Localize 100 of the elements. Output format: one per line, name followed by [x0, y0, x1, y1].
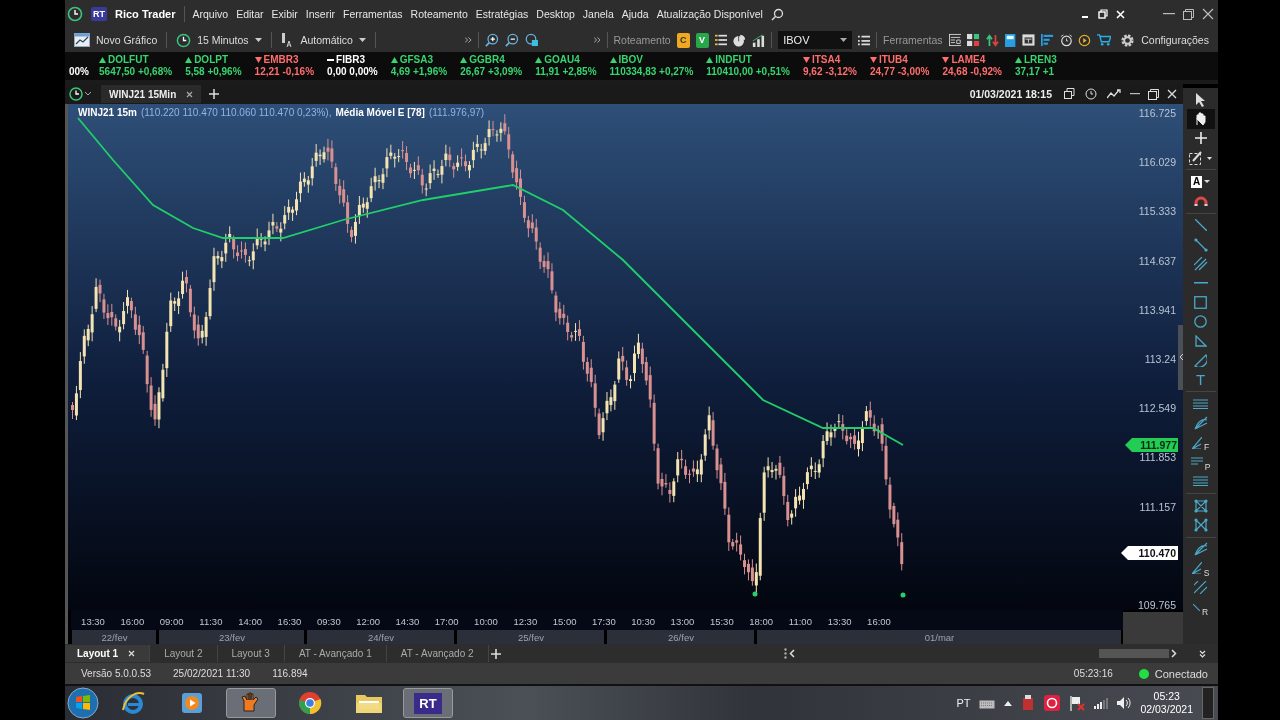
text-tool[interactable]: T [1186, 370, 1215, 390]
replay-icon[interactable] [1078, 32, 1092, 48]
menu-item[interactable]: Desktop [536, 8, 575, 20]
menu-item[interactable]: Ferramentas [343, 8, 403, 20]
list-icon[interactable] [858, 33, 871, 47]
add-tab-icon[interactable] [209, 89, 220, 99]
book-icon[interactable] [1005, 32, 1016, 48]
new-chart-button[interactable]: Novo Gráfico [71, 33, 161, 47]
bar-chart-icon[interactable] [752, 32, 766, 48]
update-link[interactable]: Atualização Disponível [656, 8, 763, 20]
add-layout-icon[interactable] [490, 648, 501, 659]
signal-icon[interactable] [1094, 697, 1109, 709]
fanletter-tool[interactable]: S [1186, 558, 1215, 579]
menu-item[interactable]: Exibir [271, 8, 298, 20]
window-icon[interactable] [1021, 33, 1035, 47]
maximize-icon[interactable] [1183, 8, 1194, 20]
alarm-icon[interactable] [1059, 32, 1073, 48]
restore-icon[interactable] [1148, 88, 1159, 100]
hand-tool[interactable] [1186, 109, 1215, 129]
menu-item[interactable]: Janela [582, 8, 614, 20]
expand-icon[interactable] [1199, 649, 1206, 658]
menu-item[interactable]: Ajuda [621, 8, 649, 20]
ticker-symbol[interactable]: DOLFUT [99, 54, 173, 66]
interval-dropdown[interactable]: 15 Minutos [173, 32, 265, 48]
scroll-right-icon[interactable] [1171, 649, 1177, 658]
chart-icon [74, 33, 90, 47]
ticker-symbol[interactable]: EMBR3 [254, 54, 315, 66]
clock-icon[interactable] [1085, 88, 1099, 100]
fanletter-tool[interactable]: F [1186, 433, 1215, 453]
ticker-symbol[interactable]: DOLPT [185, 54, 242, 66]
taskbar-clock[interactable]: 05:23 02/03/2021 [1140, 690, 1193, 716]
menu-item[interactable]: Roteamento [410, 8, 468, 20]
overflow-icon[interactable] [593, 37, 601, 43]
cart-icon[interactable] [1097, 33, 1112, 47]
diagletter-tool[interactable]: R [1186, 597, 1215, 617]
list-icon[interactable] [714, 33, 728, 47]
ticker-quote: 24,68 -0,92% [942, 66, 1002, 78]
up-down-arrows-icon[interactable] [986, 32, 1000, 48]
menu-item[interactable]: Arquivo [192, 8, 229, 20]
ticker-symbol[interactable]: ITUB4 [869, 54, 930, 66]
clock-icon[interactable] [67, 6, 83, 22]
restore-icon[interactable] [1098, 9, 1108, 19]
ticker-symbol[interactable]: INDFUT [706, 54, 790, 66]
pie-chart-icon[interactable] [733, 32, 747, 48]
more-icon[interactable] [784, 648, 787, 659]
layout-tab[interactable]: Layout 2 [152, 645, 218, 662]
volume-icon[interactable] [1117, 696, 1132, 710]
taskbar-app[interactable]: RT [403, 688, 453, 718]
ticker-symbol[interactable]: GFSA3 [390, 54, 448, 66]
ticker-symbol[interactable]: GOAU4 [535, 54, 597, 66]
chart-tab[interactable]: WINJ21 15Min [101, 85, 202, 103]
copy-icon[interactable] [1064, 88, 1077, 100]
zoom-fit-icon[interactable] [524, 32, 539, 48]
zoom-out-icon[interactable] [504, 32, 519, 48]
layout-tab[interactable]: Layout 1 [65, 645, 151, 662]
minimize-icon[interactable] [1130, 93, 1140, 95]
tray-expand-icon[interactable] [1004, 700, 1013, 706]
start-button[interactable] [67, 687, 99, 719]
grid-icon[interactable] [967, 33, 981, 47]
zoom-in-icon[interactable] [485, 32, 499, 48]
linesletter-tool[interactable]: P [1186, 452, 1215, 472]
menu-item[interactable]: Editar [236, 8, 264, 20]
tray-app-icon[interactable] [1044, 695, 1061, 711]
trend-icon[interactable] [1107, 89, 1122, 99]
ticker-symbol[interactable]: IBOV [609, 54, 694, 66]
price-label: 111.157 [1139, 500, 1176, 513]
close-icon[interactable] [1202, 8, 1214, 20]
connection-status: Conectado [1154, 667, 1208, 680]
menu-item[interactable]: Inserir [305, 8, 336, 20]
price-label: 114.637 [1138, 254, 1176, 267]
scale-dropdown[interactable]: Automático [277, 32, 369, 48]
browser-icon [297, 690, 323, 716]
scrollbar-thumb[interactable] [1099, 649, 1169, 658]
overflow-icon[interactable] [465, 37, 473, 43]
close-icon[interactable] [1167, 89, 1177, 99]
search-icon[interactable] [770, 7, 784, 21]
scroll-left-icon[interactable] [789, 649, 795, 658]
label-tool[interactable]: A [1186, 172, 1215, 192]
flag-icon[interactable] [1069, 695, 1086, 711]
ticker-symbol[interactable]: GGBR4 [460, 54, 523, 66]
collapse-handle[interactable] [1178, 325, 1183, 390]
buy-button[interactable]: C [676, 32, 690, 48]
ticker-symbol[interactable]: ITSA4 [803, 54, 857, 66]
tray-app-icon[interactable] [1021, 695, 1036, 711]
ticker-symbol[interactable]: LREN3 [1014, 54, 1057, 66]
layout-tab[interactable]: AT - Avançado 2 [388, 645, 489, 662]
panel-icon[interactable] [948, 33, 962, 47]
language-indicator[interactable]: PT [956, 697, 971, 709]
ticker-symbol[interactable]: FIBR3 [327, 54, 378, 66]
time-label: 18:00 [749, 616, 773, 627]
diagonal-lines-icon [1194, 581, 1207, 595]
layout-tab[interactable]: AT - Avançado 1 [286, 645, 387, 662]
ticker-symbol[interactable]: LAME4 [942, 54, 1002, 66]
layout-tab[interactable]: Layout 3 [219, 645, 285, 662]
menu-item[interactable]: Estratégias [475, 8, 529, 20]
clock-menu-icon[interactable] [69, 87, 93, 101]
bars-icon[interactable] [1040, 33, 1054, 47]
symbol-dropdown[interactable]: IBOV [778, 31, 853, 49]
show-desktop-button[interactable] [1202, 687, 1214, 719]
settings-button[interactable]: Configurações [1117, 32, 1212, 48]
